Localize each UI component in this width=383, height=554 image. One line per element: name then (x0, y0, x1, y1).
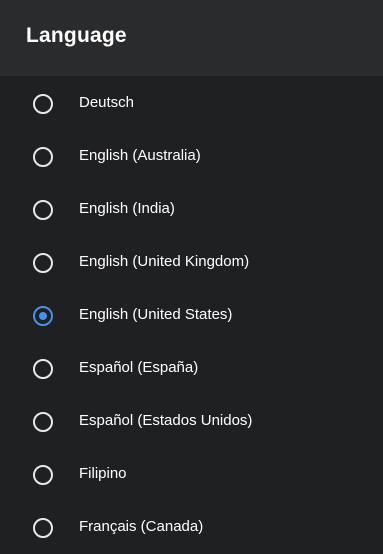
page-title: Language (26, 24, 127, 47)
option-label: Español (España) (79, 359, 199, 376)
option-label: English (United Kingdom) (79, 253, 250, 270)
language-option-espanol-espana[interactable]: Español (España) (0, 343, 383, 395)
option-label: Español (Estados Unidos) (79, 412, 253, 429)
language-option-espanol-estados-unidos[interactable]: Español (Estados Unidos) (0, 396, 383, 448)
language-option-deutsch[interactable]: Deutsch (0, 78, 383, 130)
radio-button[interactable] (33, 200, 53, 220)
option-label: English (India) (79, 200, 175, 217)
radio-button[interactable] (33, 359, 53, 379)
radio-button[interactable] (33, 518, 53, 538)
option-label: Français (Canada) (79, 518, 204, 535)
radio-button[interactable] (33, 412, 53, 432)
option-label: Filipino (79, 465, 127, 482)
language-option-english-india[interactable]: English (India) (0, 184, 383, 236)
language-option-english-united-states[interactable]: English (United States) (0, 290, 383, 342)
radio-button[interactable] (33, 465, 53, 485)
radio-button-selected[interactable] (33, 306, 53, 326)
language-option-english-australia[interactable]: English (Australia) (0, 131, 383, 183)
radio-button[interactable] (33, 253, 53, 273)
language-option-english-united-kingdom[interactable]: English (United Kingdom) (0, 237, 383, 289)
option-label: Deutsch (79, 94, 135, 111)
language-list: Deutsch English (Australia) English (Ind… (0, 76, 383, 550)
app-bar: Language (0, 0, 383, 76)
option-label: English (United States) (79, 306, 233, 323)
language-option-francais-canada[interactable]: Français (Canada) (0, 502, 383, 554)
radio-button[interactable] (33, 147, 53, 167)
option-label: English (Australia) (79, 147, 201, 164)
language-option-filipino[interactable]: Filipino (0, 449, 383, 501)
radio-button[interactable] (33, 94, 53, 114)
